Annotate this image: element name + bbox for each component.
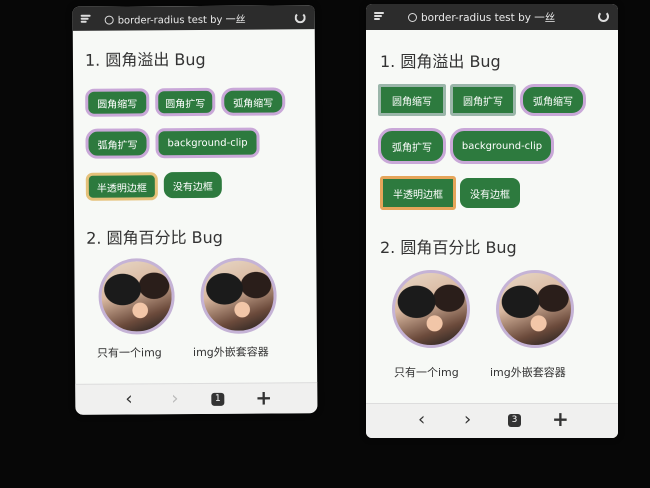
avatar-img-only [98,258,175,335]
back-button[interactable]: ‹ [418,411,425,429]
demo-button-arc-long[interactable]: 弧角扩写 [85,128,150,159]
reload-icon[interactable] [294,12,306,24]
page-title-bar[interactable]: border-radius test by 一丝 [104,10,291,27]
demo-button-radius-short[interactable]: 圆角缩写 [85,88,150,117]
new-tab-button[interactable]: + [255,385,272,409]
forward-button[interactable]: › [171,388,178,409]
page-title: border-radius test by 一丝 [117,14,246,27]
browser-toolbar: border-radius test by 一丝 [366,4,618,30]
new-tab-button[interactable]: + [552,409,569,429]
section-heading-1: 1. 圆角溢出 Bug [84,49,206,70]
page-title: border-radius test by 一丝 [421,12,556,24]
site-icon [104,15,114,25]
avatar-img-wrapped [200,257,277,334]
demo-button-radius-long[interactable]: 圆角扩写 [155,87,216,117]
browser-bottom-bar: ‹ › 1 + [75,382,318,415]
demo-button-no-border[interactable]: 没有边框 [163,171,222,199]
section-heading-2: 2. 圆角百分比 Bug [86,227,223,248]
demo-button-arc-short[interactable]: 弧角缩写 [221,87,286,116]
browser-toolbar: border-radius test by 一丝 [72,5,315,31]
page-title-bar[interactable]: border-radius test by 一丝 [408,10,594,25]
back-button[interactable]: ‹ [125,388,132,409]
reload-icon[interactable] [598,11,609,22]
forward-button[interactable]: › [464,411,471,429]
right-phone-screen: border-radius test by 一丝 1. 圆角溢出 Bug 圆角缩… [366,4,618,438]
caption-img-only: 只有一个img [96,346,162,360]
section-heading-2: 2. 圆角百分比 Bug [380,238,517,257]
demo-button-radius-short[interactable]: 圆角缩写 [378,84,446,116]
site-icon [408,13,417,22]
menu-icon[interactable] [80,14,91,23]
demo-button-translucent-border[interactable]: 半透明边框 [85,172,158,201]
left-phone-screen: border-radius test by 一丝 1. 圆角溢出 Bug 圆角缩… [72,5,318,415]
caption-img-wrapped: img外嵌套容器 [192,345,269,360]
demo-button-translucent-border[interactable]: 半透明边框 [380,176,456,210]
section-heading-1: 1. 圆角溢出 Bug [380,52,501,71]
demo-button-radius-long[interactable]: 圆角扩写 [450,84,516,116]
caption-img-wrapped: img外嵌套容器 [490,366,566,379]
avatar-img-wrapped [496,270,574,348]
tab-count-button[interactable]: 3 [508,414,521,427]
menu-icon[interactable] [374,12,384,20]
demo-button-arc-short[interactable]: 弧角缩写 [520,84,586,116]
demo-button-no-border[interactable]: 没有边框 [460,178,520,208]
demo-button-arc-long[interactable]: 弧角扩写 [378,128,446,164]
demo-button-background-clip[interactable]: background-clip [450,128,554,164]
caption-img-only: 只有一个img [394,366,459,379]
avatar-img-only [392,270,470,348]
demo-button-background-clip[interactable]: background-clip [155,127,260,159]
browser-bottom-bar: ‹ › 3 + [366,403,618,438]
tab-count-button[interactable]: 1 [211,392,225,406]
